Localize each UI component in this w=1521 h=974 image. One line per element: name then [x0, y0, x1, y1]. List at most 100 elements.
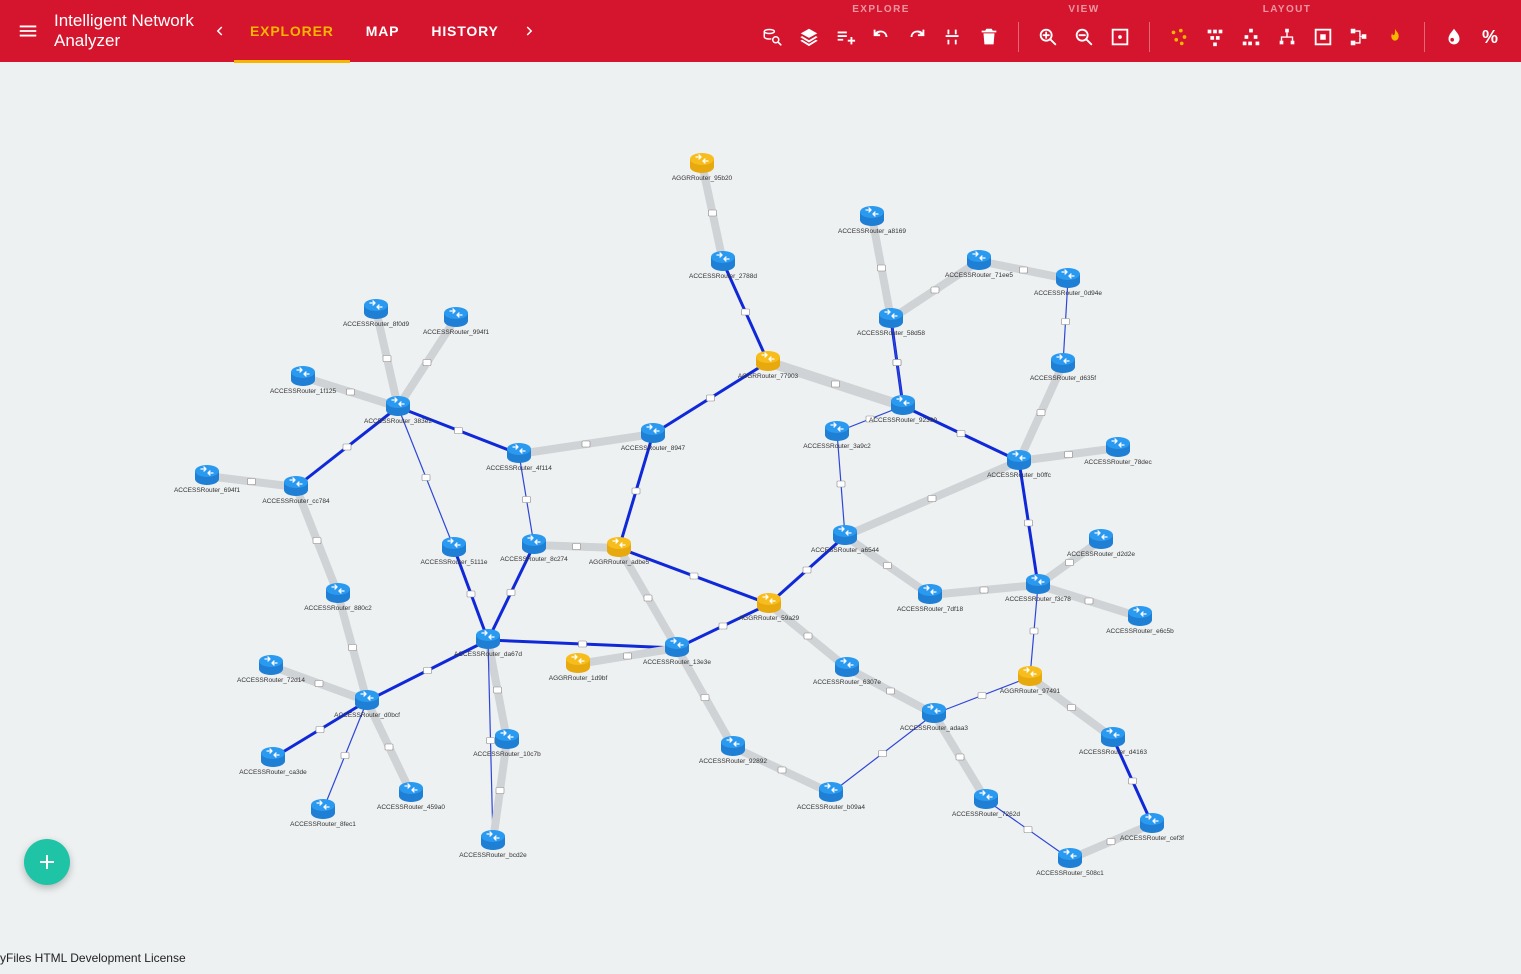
router-node[interactable]: ACCESSRouter_3a9c2 — [803, 421, 871, 450]
router-node[interactable]: ACCESSRouter_5111e — [421, 537, 488, 566]
router-node[interactable]: AGGRRouter_95b20 — [672, 153, 733, 182]
router-node[interactable]: ACCESSRouter_d4163 — [1079, 727, 1147, 756]
edge-badge — [707, 395, 715, 401]
edge-badge — [496, 788, 504, 794]
node-label: ACCESSRouter_78dec — [1084, 459, 1152, 466]
edge-badge — [494, 687, 502, 693]
router-node[interactable]: ACCESSRouter_da67d — [454, 629, 522, 658]
percent-button[interactable]: % — [1473, 20, 1507, 54]
router-node[interactable]: ACCESSRouter_8f0d9 — [343, 299, 410, 328]
toolbar-group-label: EXPLORE — [852, 4, 910, 16]
router-node[interactable]: ACCESSRouter_880c2 — [304, 583, 372, 612]
edge-badge — [422, 475, 430, 481]
node-label: ACCESSRouter_cc784 — [262, 498, 330, 505]
edge-badge — [719, 623, 727, 629]
edge-badge — [884, 563, 892, 569]
node-label: ACCESSRouter_92892 — [699, 758, 767, 765]
app-title: Intelligent Network Analyzer — [54, 11, 204, 52]
drop-icon — [1443, 26, 1465, 48]
edge-badge — [1068, 705, 1076, 711]
edge-badge — [928, 496, 936, 502]
edge-badge — [423, 360, 431, 366]
node-label: ACCESSRouter_71ee5 — [945, 272, 1013, 279]
collapse-button[interactable] — [936, 20, 970, 54]
router-node[interactable]: ACCESSRouter_a8169 — [838, 206, 906, 235]
router-node[interactable]: ACCESSRouter_b09a4 — [797, 782, 865, 811]
toolbar-divider — [1018, 22, 1019, 52]
edge-badge — [248, 479, 256, 485]
edge-badge — [804, 633, 812, 639]
router-node[interactable]: ACCESSRouter_ca3de — [239, 747, 307, 776]
router-node[interactable]: AGGRRouter_97491 — [1000, 666, 1061, 695]
zoom-out-icon — [1073, 26, 1095, 48]
router-node[interactable]: ACCESSRouter_7262d — [952, 789, 1020, 818]
delete-button[interactable] — [972, 20, 1006, 54]
network-graph[interactable]: AGGRRouter_95b20 ACCESSRouter_2788d ACCESS… — [0, 62, 1521, 969]
zoom-out-button[interactable] — [1067, 20, 1101, 54]
node-label: ACCESSRouter_2788d — [689, 273, 757, 280]
router-node[interactable]: ACCESSRouter_10c7b — [473, 729, 541, 758]
router-node[interactable]: ACCESSRouter_92892 — [699, 736, 767, 765]
layout-grid1-button[interactable] — [1198, 20, 1232, 54]
node-label: ACCESSRouter_da67d — [454, 651, 522, 658]
edge-badge — [316, 727, 324, 733]
layers-icon — [798, 26, 820, 48]
layout-heat-button[interactable] — [1378, 20, 1412, 54]
layout-hierarchy-button[interactable] — [1342, 20, 1376, 54]
router-node[interactable]: ACCESSRouter_d635f — [1030, 353, 1096, 382]
router-node[interactable]: ACCESSRouter_cef3f — [1120, 813, 1184, 842]
node-label: ACCESSRouter_d2d2e — [1067, 551, 1135, 558]
search-db-button[interactable] — [756, 20, 790, 54]
node-label: ACCESSRouter_994f1 — [423, 329, 490, 336]
node-label: ACCESSRouter_8fec1 — [290, 821, 356, 828]
tab-explorer[interactable]: EXPLORER — [234, 0, 350, 62]
percent-icon: % — [1482, 27, 1498, 48]
edge-badge — [701, 695, 709, 701]
add-list-button[interactable] — [828, 20, 862, 54]
edge-badge — [349, 645, 357, 651]
router-node[interactable]: ACCESSRouter_adaa3 — [900, 703, 968, 732]
tab-history[interactable]: HISTORY — [415, 0, 514, 62]
edge-badge — [1085, 598, 1093, 604]
router-node[interactable]: AGGRRouter_adbe5 — [589, 537, 650, 566]
edge-badge — [931, 287, 939, 293]
drop-button[interactable] — [1437, 20, 1471, 54]
router-node[interactable]: ACCESSRouter_d2d2e — [1067, 529, 1135, 558]
tab-map[interactable]: MAP — [350, 0, 416, 62]
node-label: ACCESSRouter_ca3de — [239, 769, 307, 776]
layout-grid2-button[interactable] — [1234, 20, 1268, 54]
edge-badge — [803, 567, 811, 573]
tab-label: EXPLORER — [250, 23, 334, 39]
redo-button[interactable] — [900, 20, 934, 54]
zoom-in-button[interactable] — [1031, 20, 1065, 54]
layout-orthogonal-button[interactable] — [1306, 20, 1340, 54]
router-node[interactable]: ACCESSRouter_bcd2e — [459, 830, 527, 859]
node-label: ACCESSRouter_4f114 — [486, 465, 552, 472]
layout-organic-button[interactable] — [1162, 20, 1196, 54]
app-header: Intelligent Network Analyzer EXPLORER MA… — [0, 0, 1521, 62]
undo-button[interactable] — [864, 20, 898, 54]
edge-badge — [424, 668, 432, 674]
router-node[interactable]: ACCESSRouter_6307e — [813, 657, 881, 686]
layout-tree-button[interactable] — [1270, 20, 1304, 54]
node-label: ACCESSRouter_1f125 — [270, 388, 337, 395]
tabs-prev-button[interactable] — [204, 22, 234, 40]
node-label: ACCESSRouter_bcd2e — [459, 852, 527, 859]
edge-badge — [893, 360, 901, 366]
edge-badge — [1025, 520, 1033, 526]
tabs-next-button[interactable] — [515, 22, 545, 40]
router-node[interactable]: ACCESSRouter_459a0 — [377, 782, 445, 811]
edge-badge — [690, 573, 698, 579]
fit-screen-button[interactable] — [1103, 20, 1137, 54]
add-fab[interactable] — [24, 839, 70, 885]
router-node[interactable]: ACCESSRouter_72d14 — [237, 655, 305, 684]
router-node[interactable]: ACCESSRouter_58d58 — [857, 308, 925, 337]
router-node[interactable]: ACCESSRouter_8fec1 — [290, 799, 356, 828]
layers-button[interactable] — [792, 20, 826, 54]
router-node[interactable]: ACCESSRouter_2788d — [689, 251, 757, 280]
router-node[interactable]: ACCESSRouter_994f1 — [423, 307, 490, 336]
graph-canvas[interactable]: AGGRRouter_95b20 ACCESSRouter_2788d ACCESS… — [0, 62, 1521, 969]
edge-badge — [313, 538, 321, 544]
router-node[interactable]: ACCESSRouter_7df18 — [897, 584, 964, 613]
menu-button[interactable] — [8, 0, 48, 62]
